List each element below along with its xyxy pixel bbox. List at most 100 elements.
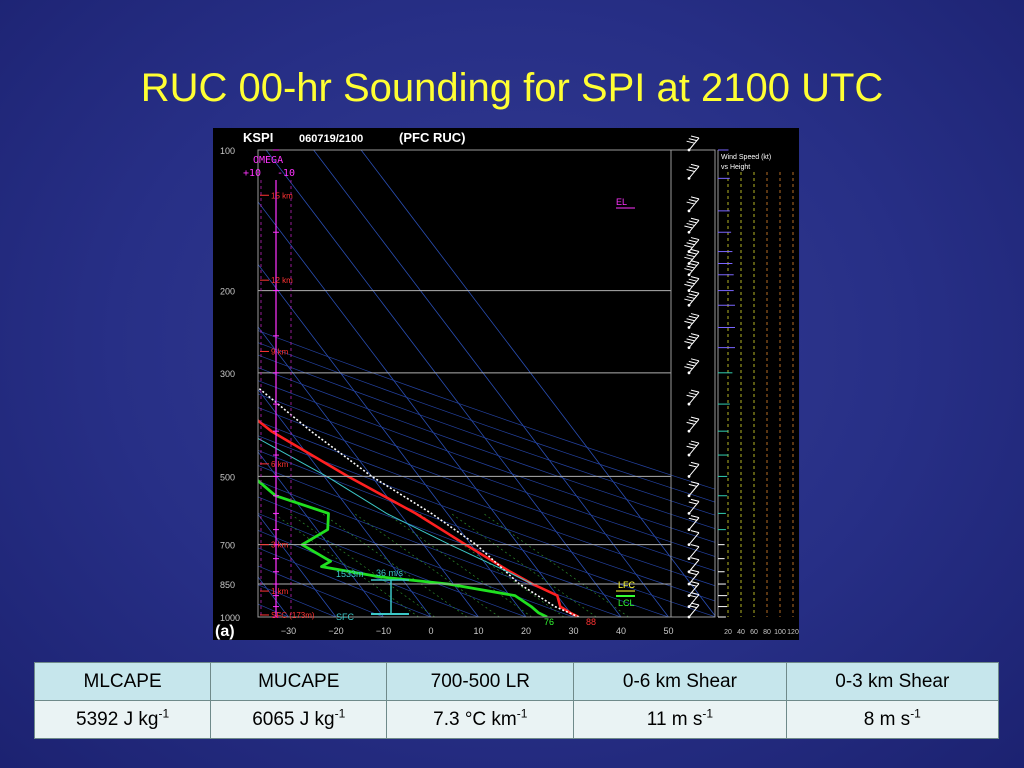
pressure-tick-label: 100 [220, 146, 235, 156]
pressure-tick-label: 300 [220, 369, 235, 379]
wind-barb-flag [686, 318, 695, 322]
wind-panel-title-1: Wind Speed (kt) [721, 154, 771, 161]
temperature-tick-label: 30 [568, 626, 578, 636]
wind-barb-flag [688, 293, 697, 297]
temperature-tick-label: 10 [473, 626, 483, 636]
wind-barb-station [687, 557, 691, 561]
model-label: (PFC RUC) [399, 130, 465, 145]
wind-barb-flag [688, 278, 697, 282]
wind-barb-flag [690, 135, 700, 139]
value-shear-0-6: 11 m s-1 [573, 700, 787, 739]
wind-barb-flag [690, 461, 700, 465]
wind-barb-flag [690, 290, 700, 294]
wind-barb-flag [686, 254, 695, 258]
temperature-tick-label: −30 [281, 626, 296, 636]
wind-barb-flag [690, 260, 700, 264]
wind-barb-flag [686, 445, 695, 449]
height-marker-label: 1 km [271, 587, 289, 596]
height-marker-label: 3 km [271, 541, 289, 550]
wind-barb-flag [690, 313, 700, 317]
wind-speed-tick-label: 20 [724, 629, 732, 636]
wind-barb-flag [686, 394, 695, 398]
wind-barb-station [687, 453, 691, 457]
wind-barb-flag [690, 276, 700, 280]
wind-barb-flag [688, 501, 697, 505]
lfc-label: LFC [618, 580, 636, 590]
wind-barb-flag [688, 517, 697, 521]
wind-barb [688, 559, 700, 573]
wind-barb-station [687, 230, 691, 234]
wind-barb-station [687, 615, 691, 619]
wind-barb-station [687, 176, 691, 180]
temperature-tick-label: 40 [616, 626, 626, 636]
inflow-top-label: 1533m [336, 569, 364, 579]
surface-dewpoint-label: 76 [544, 617, 554, 627]
wind-speed-tick-label: 40 [737, 629, 745, 636]
stats-header-row: MLCAPE MUCAPE 700-500 LR 0-6 km Shear 0-… [33, 662, 1000, 701]
dry-adiabat [258, 435, 715, 602]
wind-barb-flag [690, 581, 700, 585]
height-marker-label: SFC (173m) [271, 611, 315, 620]
wind-barb-flag [684, 283, 693, 287]
wind-barb-flag [686, 295, 695, 299]
wind-barb-flag [688, 138, 697, 142]
wind-speed-tick-label: 80 [763, 629, 771, 636]
wind-barb-flag [684, 298, 693, 302]
wind-barb-flag [690, 544, 700, 548]
isotherm [258, 326, 479, 617]
stats-value-row: 5392 J kg-1 6065 J kg-1 7.3 °C km-1 11 m… [33, 700, 1000, 739]
header-lapse-rate: 700-500 LR [386, 662, 575, 701]
wind-barb-flag [684, 225, 693, 229]
wind-barb-flag [686, 363, 695, 367]
wind-barb-flag [690, 440, 700, 444]
wind-barb-flag [688, 251, 697, 255]
wind-barb-flag [690, 569, 700, 573]
wind-barb-flag [690, 530, 700, 534]
wind-barb-flag [690, 333, 700, 337]
dry-adiabat [258, 529, 479, 617]
wind-barb-flag [684, 366, 693, 370]
wind-barb-flag [686, 140, 695, 144]
wind-barb-flag [686, 421, 695, 425]
omega-tick-minus: -10 [277, 168, 295, 179]
stats-table: MLCAPE MUCAPE 700-500 LR 0-6 km Shear 0-… [33, 662, 1000, 739]
temperature-tick-label: 20 [521, 626, 531, 636]
wind-barb-flag [690, 557, 700, 561]
isotherm [258, 388, 432, 617]
wind-barb-flag [686, 222, 695, 226]
wind-barb-flag [688, 220, 697, 224]
wind-barb-flag [690, 163, 700, 167]
wind-barb-station [687, 326, 691, 329]
pressure-tick-label: 1000 [220, 613, 240, 623]
wind-barb-flag [684, 340, 693, 344]
wind-barb-flag [686, 265, 695, 269]
wind-speed-tick-label: 100 [774, 629, 786, 636]
wind-speed-tick-label: 60 [750, 629, 758, 636]
height-marker-label: 9 km [271, 347, 289, 356]
wind-barb-flag [684, 268, 693, 272]
dry-adiabat [258, 450, 715, 617]
dry-adiabat [258, 496, 574, 617]
wind-barb-flag [688, 443, 697, 447]
pressure-tick-label: 850 [220, 580, 235, 590]
wind-barb-station [687, 528, 691, 532]
wind-barb-flag [686, 242, 695, 246]
wind-barb-flag [690, 515, 700, 519]
temperature-tick-label: −10 [376, 626, 391, 636]
wind-barb-flag [688, 392, 697, 396]
wind-barb-flag [686, 338, 695, 342]
wind-barb-flag [690, 217, 700, 221]
isotherm [265, 150, 622, 617]
dewpoint-profile [258, 478, 548, 617]
omega-tick-plus: +10 [243, 168, 261, 179]
value-shear-0-3: 8 m s-1 [785, 700, 1000, 739]
wind-barb-station [687, 429, 691, 433]
value-lapse-rate: 7.3 °C km-1 [386, 700, 575, 739]
wind-barb-station [687, 475, 691, 478]
wind-barb-flag [688, 335, 697, 339]
wind-barb-flag [688, 198, 697, 202]
plot-frame [257, 149, 716, 618]
wind-barb-flag [688, 315, 697, 319]
wind-barb-flag [688, 464, 697, 468]
wind-barb-flag [688, 483, 697, 487]
